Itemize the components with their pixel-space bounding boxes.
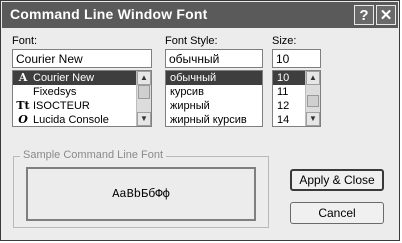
style-list-item[interactable]: курсив [166,85,262,99]
style-list-item[interactable]: жирный курсив [166,113,262,126]
sample-preview: AaBbБбФф [26,167,256,221]
size-list-scrollbar[interactable]: ▲ ▼ [305,71,320,126]
font-list-item-label: Lucida Console [33,114,109,126]
font-list-item[interactable]: A Courier New [13,71,151,85]
scroll-thumb[interactable] [307,95,319,107]
font-label: Font: [12,35,38,47]
style-list[interactable]: обычный курсив жирный жирный курсив [165,70,263,127]
size-label: Size: [272,35,297,47]
style-list-item[interactable]: обычный [166,71,262,85]
style-input[interactable]: обычный [165,49,263,68]
scroll-up-arrow-icon[interactable]: ▲ [137,71,151,85]
opentype-font-icon: O [18,113,28,126]
font-list-item-label: Fixedsys [33,86,77,98]
font-list-item-label: ISOCTEUR [33,100,90,112]
title-bar[interactable]: Command Line Window Font ? ✕ [2,2,398,28]
dialog-title: Command Line Window Font [10,6,208,22]
scroll-up-arrow-icon[interactable]: ▲ [306,71,320,85]
font-list[interactable]: A Courier New Fixedsys Tt ISOCTEUR O Luc… [12,70,152,127]
size-input[interactable]: 10 [272,49,321,68]
font-list-item[interactable]: O Lucida Console [13,113,151,126]
scroll-thumb[interactable] [138,85,150,99]
sample-group: Sample Command Line Font AaBbБбФф [13,149,269,228]
sample-text: AaBbБбФф [112,187,170,201]
font-input[interactable]: Courier New [12,49,152,68]
style-list-item[interactable]: жирный [166,99,262,113]
font-list-item[interactable]: Fixedsys [13,85,151,99]
font-list-scrollbar[interactable]: ▲ ▼ [136,71,151,126]
scroll-down-arrow-icon[interactable]: ▼ [306,112,320,126]
font-list-item-label: Courier New [33,72,95,84]
sample-group-label: Sample Command Line Font [20,149,167,161]
cancel-button[interactable]: Cancel [290,202,384,224]
apply-close-button[interactable]: Apply & Close [290,169,384,191]
help-button[interactable]: ? [354,5,374,25]
size-list-item[interactable]: 10 [273,71,305,85]
style-label: Font Style: [165,35,218,47]
size-list[interactable]: 10 11 12 14 ▲ ▼ [272,70,321,127]
font-list-item[interactable]: Tt ISOCTEUR [13,99,151,113]
font-dialog: Command Line Window Font ? ✕ Font: Couri… [0,0,400,241]
scroll-down-arrow-icon[interactable]: ▼ [137,112,151,126]
raster-font-icon: A [18,71,28,84]
close-button[interactable]: ✕ [376,5,396,25]
truetype-font-icon: Tt [16,99,30,112]
